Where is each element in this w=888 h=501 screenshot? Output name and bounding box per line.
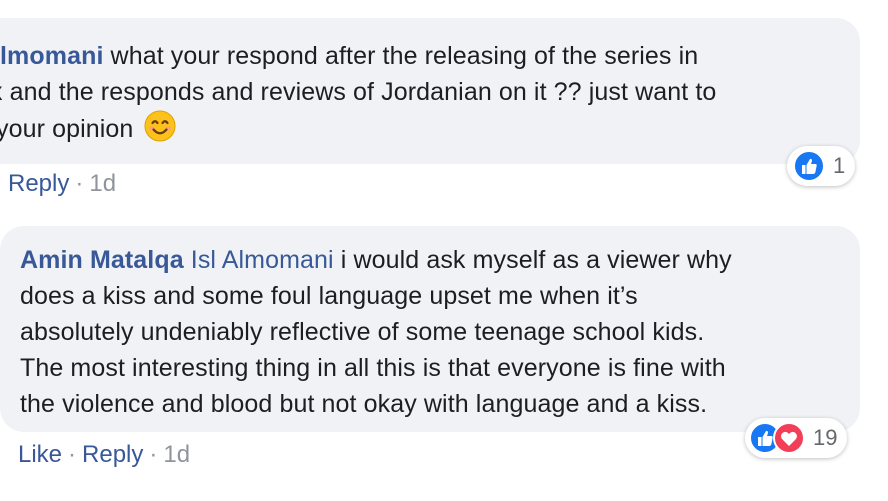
comment-text: your opinion [0, 115, 134, 143]
comment-actions: Reply · 1d [8, 170, 116, 198]
comment-text-line: the violence and blood but not okay with… [20, 390, 708, 418]
separator-dot: · [149, 441, 158, 468]
comment-actions: Like · Reply · 1d [18, 441, 190, 469]
reaction-count: 19 [813, 425, 838, 450]
comment-text-line: x and the responds and reviews of Jordan… [0, 78, 717, 106]
comment-author-link[interactable]: Amin Matalqa [20, 246, 184, 274]
like-button[interactable]: Like [18, 441, 62, 468]
comment-thread: lmomani what your respond after the rele… [0, 0, 888, 501]
love-reaction-icon [773, 422, 805, 454]
comment-timestamp[interactable]: 1d [89, 170, 116, 197]
comment-timestamp[interactable]: 1d [163, 441, 190, 468]
comment-text-line: your opinion [0, 110, 176, 147]
like-reaction-icon [793, 150, 825, 182]
comment-text-line: does a kiss and some foul language upset… [20, 282, 638, 310]
reaction-count: 1 [833, 153, 846, 178]
comment-text: i would ask myself as a viewer why [340, 246, 732, 274]
reply-button[interactable]: Reply [82, 441, 143, 468]
reply-button[interactable]: Reply [8, 170, 69, 197]
mention-link[interactable]: Isl Almomani [191, 246, 334, 274]
comment-text-line: The most interesting thing in all this i… [20, 354, 726, 382]
comment-text-line: lmomani what your respond after the rele… [0, 38, 698, 74]
reaction-summary[interactable]: 19 [745, 418, 848, 458]
reaction-summary[interactable]: 1 [787, 146, 856, 186]
comment-text: what your respond after the releasing of… [103, 42, 699, 70]
comment-author-link[interactable]: lmomani [0, 42, 104, 70]
separator-dot: · [75, 170, 84, 197]
separator-dot: · [68, 441, 77, 468]
comment-bubble: lmomani what your respond after the rele… [0, 18, 860, 164]
comment-bubble: Amin Matalqa Isl Almomani i would ask my… [0, 226, 860, 432]
comment-text-line: absolutely undeniably reflective of some… [20, 318, 705, 346]
comment-text-line: Amin Matalqa Isl Almomani i would ask my… [20, 242, 732, 278]
smiling-face-emoji-icon [144, 110, 176, 142]
